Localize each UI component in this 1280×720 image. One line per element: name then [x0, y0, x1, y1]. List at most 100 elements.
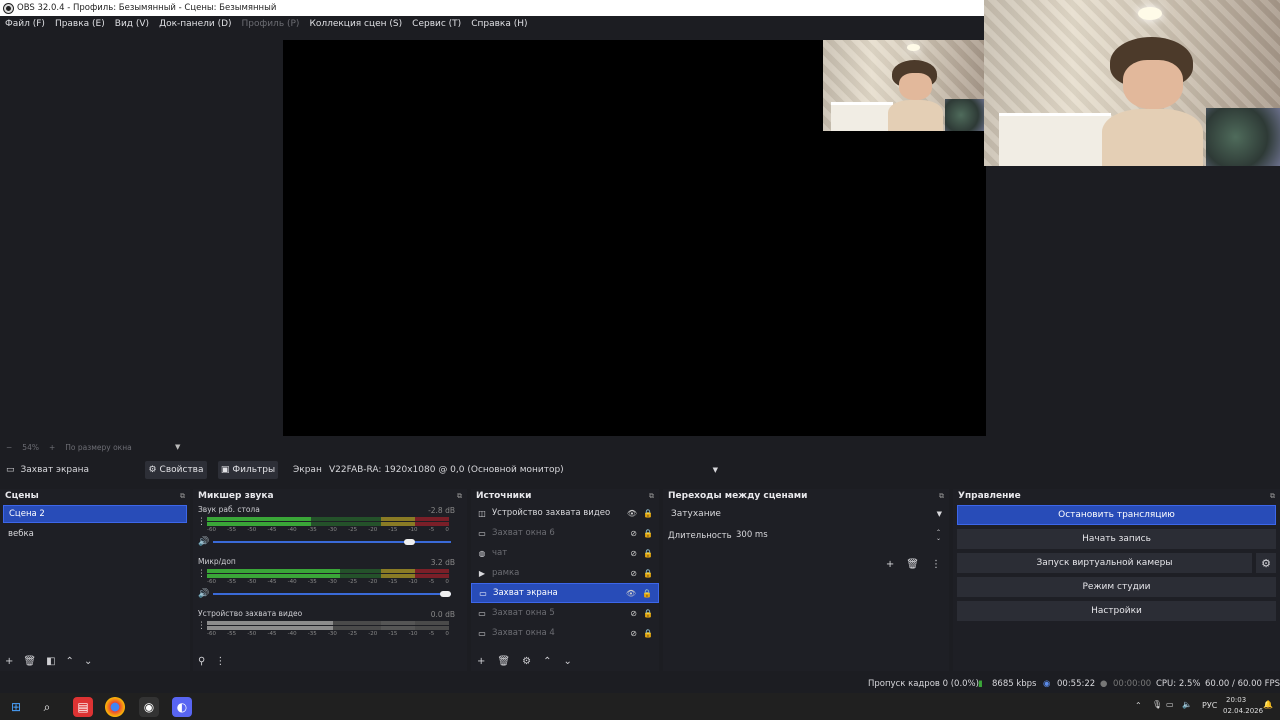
- trash-icon[interactable]: 🗑: [23, 656, 36, 667]
- volume-meter: [207, 517, 449, 521]
- start-recording-label: Начать запись: [1082, 534, 1151, 544]
- transitions-dock: Переходы между сценами ⧉ Затухание ▼ Длит…: [663, 489, 949, 671]
- start-recording-button[interactable]: Начать запись: [957, 529, 1276, 549]
- add-icon[interactable]: +: [477, 656, 485, 667]
- transition-actions: + 🗑 ⋮: [886, 559, 941, 570]
- obs-taskbar-icon[interactable]: ◉: [139, 697, 159, 717]
- undock-icon[interactable]: ⧉: [649, 492, 654, 501]
- virtual-camera-settings-gear-icon[interactable]: ⚙: [1256, 553, 1276, 573]
- eye-hidden-icon[interactable]: ⊘: [630, 629, 637, 638]
- menu-tools[interactable]: Сервис (T): [412, 19, 461, 29]
- chevron-down-icon[interactable]: ▼: [175, 443, 180, 451]
- eye-icon[interactable]: 👁: [626, 589, 636, 598]
- volume-slider[interactable]: [213, 539, 452, 545]
- microphone-icon[interactable]: 🎙: [1152, 700, 1162, 709]
- lock-icon[interactable]: 🔒: [643, 629, 653, 638]
- undock-icon[interactable]: ⧉: [457, 492, 462, 501]
- search-icon[interactable]: ⌕: [37, 697, 57, 717]
- menu-edit[interactable]: Правка (E): [55, 19, 105, 29]
- source-context-bar: ▭ Захват экрана ⚙ Свойства ▣ Фильтры Экр…: [0, 460, 1280, 480]
- notification-bell-icon[interactable]: 🔔: [1263, 700, 1273, 709]
- undock-icon[interactable]: ⧉: [180, 492, 185, 501]
- source-item[interactable]: ◫ Устройство захвата видео 👁 🔒: [471, 503, 659, 523]
- kebab-menu-icon[interactable]: ⋮: [215, 656, 225, 667]
- windows-start-icon[interactable]: ⊞: [6, 697, 26, 717]
- kebab-menu-icon[interactable]: ⋮: [931, 559, 941, 570]
- link-icon[interactable]: ⚲: [198, 656, 205, 667]
- menu-profile[interactable]: Профиль (P): [242, 19, 300, 29]
- scene-item[interactable]: Сцена 2: [3, 505, 187, 523]
- lock-icon[interactable]: 🔒: [643, 529, 653, 538]
- trash-icon[interactable]: 🗑: [906, 559, 919, 570]
- zoom-out-button[interactable]: −: [6, 443, 12, 452]
- language-indicator[interactable]: РУС: [1202, 701, 1217, 710]
- menu-file[interactable]: Файл (F): [5, 19, 45, 29]
- gear-icon[interactable]: ⚙: [522, 656, 531, 667]
- chrome-icon[interactable]: [105, 697, 125, 717]
- source-item[interactable]: ◍ чат ⊘ 🔒: [471, 543, 659, 563]
- source-item[interactable]: ▭ Захват окна 4 ⊘ 🔒: [471, 623, 659, 643]
- webcam-preview-overlay[interactable]: [823, 40, 985, 131]
- source-item[interactable]: ▶ рамка ⊘ 🔒: [471, 563, 659, 583]
- eye-hidden-icon[interactable]: ⊘: [630, 609, 637, 618]
- eye-hidden-icon[interactable]: ⊘: [630, 549, 637, 558]
- lock-icon[interactable]: 🔒: [643, 609, 653, 618]
- up-arrow-icon[interactable]: ⌃: [66, 656, 74, 667]
- kebab-menu-icon[interactable]: ⋮: [197, 569, 206, 579]
- transition-select[interactable]: Затухание ▼: [666, 505, 946, 523]
- menu-docks[interactable]: Док-панели (D): [159, 19, 231, 29]
- eye-hidden-icon[interactable]: ⊘: [630, 529, 637, 538]
- virtual-camera-button[interactable]: Запуск виртуальной камеры: [957, 553, 1252, 573]
- studio-mode-button[interactable]: Режим студии: [957, 577, 1276, 597]
- source-item[interactable]: ▭ Захват окна 6 ⊘ 🔒: [471, 523, 659, 543]
- eye-icon[interactable]: 👁: [627, 509, 637, 518]
- discord-icon[interactable]: ◐: [172, 697, 192, 717]
- add-icon[interactable]: +: [886, 559, 894, 570]
- kebab-menu-icon[interactable]: ⋮: [197, 621, 206, 631]
- tray-chevron-up-icon[interactable]: ⌃: [1135, 701, 1142, 710]
- zoom-fit-label[interactable]: По размеру окна: [65, 443, 131, 452]
- trash-icon[interactable]: 🗑: [497, 656, 510, 667]
- menu-scene-collection[interactable]: Коллекция сцен (S): [309, 19, 402, 29]
- scene-item[interactable]: вебка: [3, 525, 187, 543]
- add-icon[interactable]: +: [5, 656, 13, 667]
- filters-button[interactable]: ▣ Фильтры: [218, 461, 278, 479]
- settings-button[interactable]: Настройки: [957, 601, 1276, 621]
- clock-time[interactable]: 20:03: [1226, 696, 1246, 704]
- screen-select[interactable]: V22FAB-RA: 1920x1080 @ 0,0 (Основной мон…: [324, 461, 722, 479]
- clock-date[interactable]: 02.04.2026: [1223, 707, 1263, 715]
- lock-icon[interactable]: 🔒: [643, 549, 653, 558]
- up-arrow-icon[interactable]: ⌃: [543, 656, 551, 667]
- meter-tick-label: -30: [327, 631, 337, 637]
- down-arrow-icon[interactable]: ⌄: [563, 656, 571, 667]
- volume-icon[interactable]: 🔈: [1182, 700, 1192, 709]
- zoom-in-button[interactable]: +: [49, 443, 55, 452]
- lock-icon[interactable]: 🔒: [643, 569, 653, 578]
- undock-icon[interactable]: ⧉: [1270, 492, 1275, 501]
- lock-icon[interactable]: 🔒: [642, 589, 652, 598]
- volume-slider[interactable]: [213, 591, 452, 597]
- volume-slider-handle[interactable]: [403, 539, 415, 545]
- menu-view[interactable]: Вид (V): [115, 19, 149, 29]
- source-item[interactable]: ▭ Захват окна 5 ⊘ 🔒: [471, 603, 659, 623]
- network-icon[interactable]: ▭: [1166, 700, 1174, 709]
- monitor-icon: ▭: [479, 588, 487, 598]
- speaker-icon[interactable]: 🔊: [198, 537, 209, 547]
- duration-spinbox[interactable]: 300 ms ⌃ ⌄: [736, 530, 941, 542]
- properties-button[interactable]: ⚙ Свойства: [145, 461, 207, 479]
- lock-icon[interactable]: 🔒: [643, 509, 653, 518]
- spin-arrows-icon[interactable]: ⌃ ⌄: [936, 530, 941, 542]
- speaker-icon[interactable]: 🔊: [198, 589, 209, 599]
- source-item[interactable]: ▭ Захват экрана 👁 🔒: [471, 583, 659, 603]
- app-icon[interactable]: ▤: [73, 697, 93, 717]
- gear-icon: ⚙: [148, 465, 157, 475]
- kebab-menu-icon[interactable]: ⋮: [197, 517, 206, 527]
- menu-help[interactable]: Справка (H): [471, 19, 527, 29]
- eye-hidden-icon[interactable]: ⊘: [630, 569, 637, 578]
- channel-db: -2.8 dB: [428, 506, 455, 515]
- undock-icon[interactable]: ⧉: [939, 492, 944, 501]
- stop-streaming-button[interactable]: Остановить трансляцию: [957, 505, 1276, 525]
- volume-slider-handle[interactable]: [440, 591, 452, 597]
- down-arrow-icon[interactable]: ⌄: [84, 656, 92, 667]
- filter-icon[interactable]: ◧: [46, 656, 55, 667]
